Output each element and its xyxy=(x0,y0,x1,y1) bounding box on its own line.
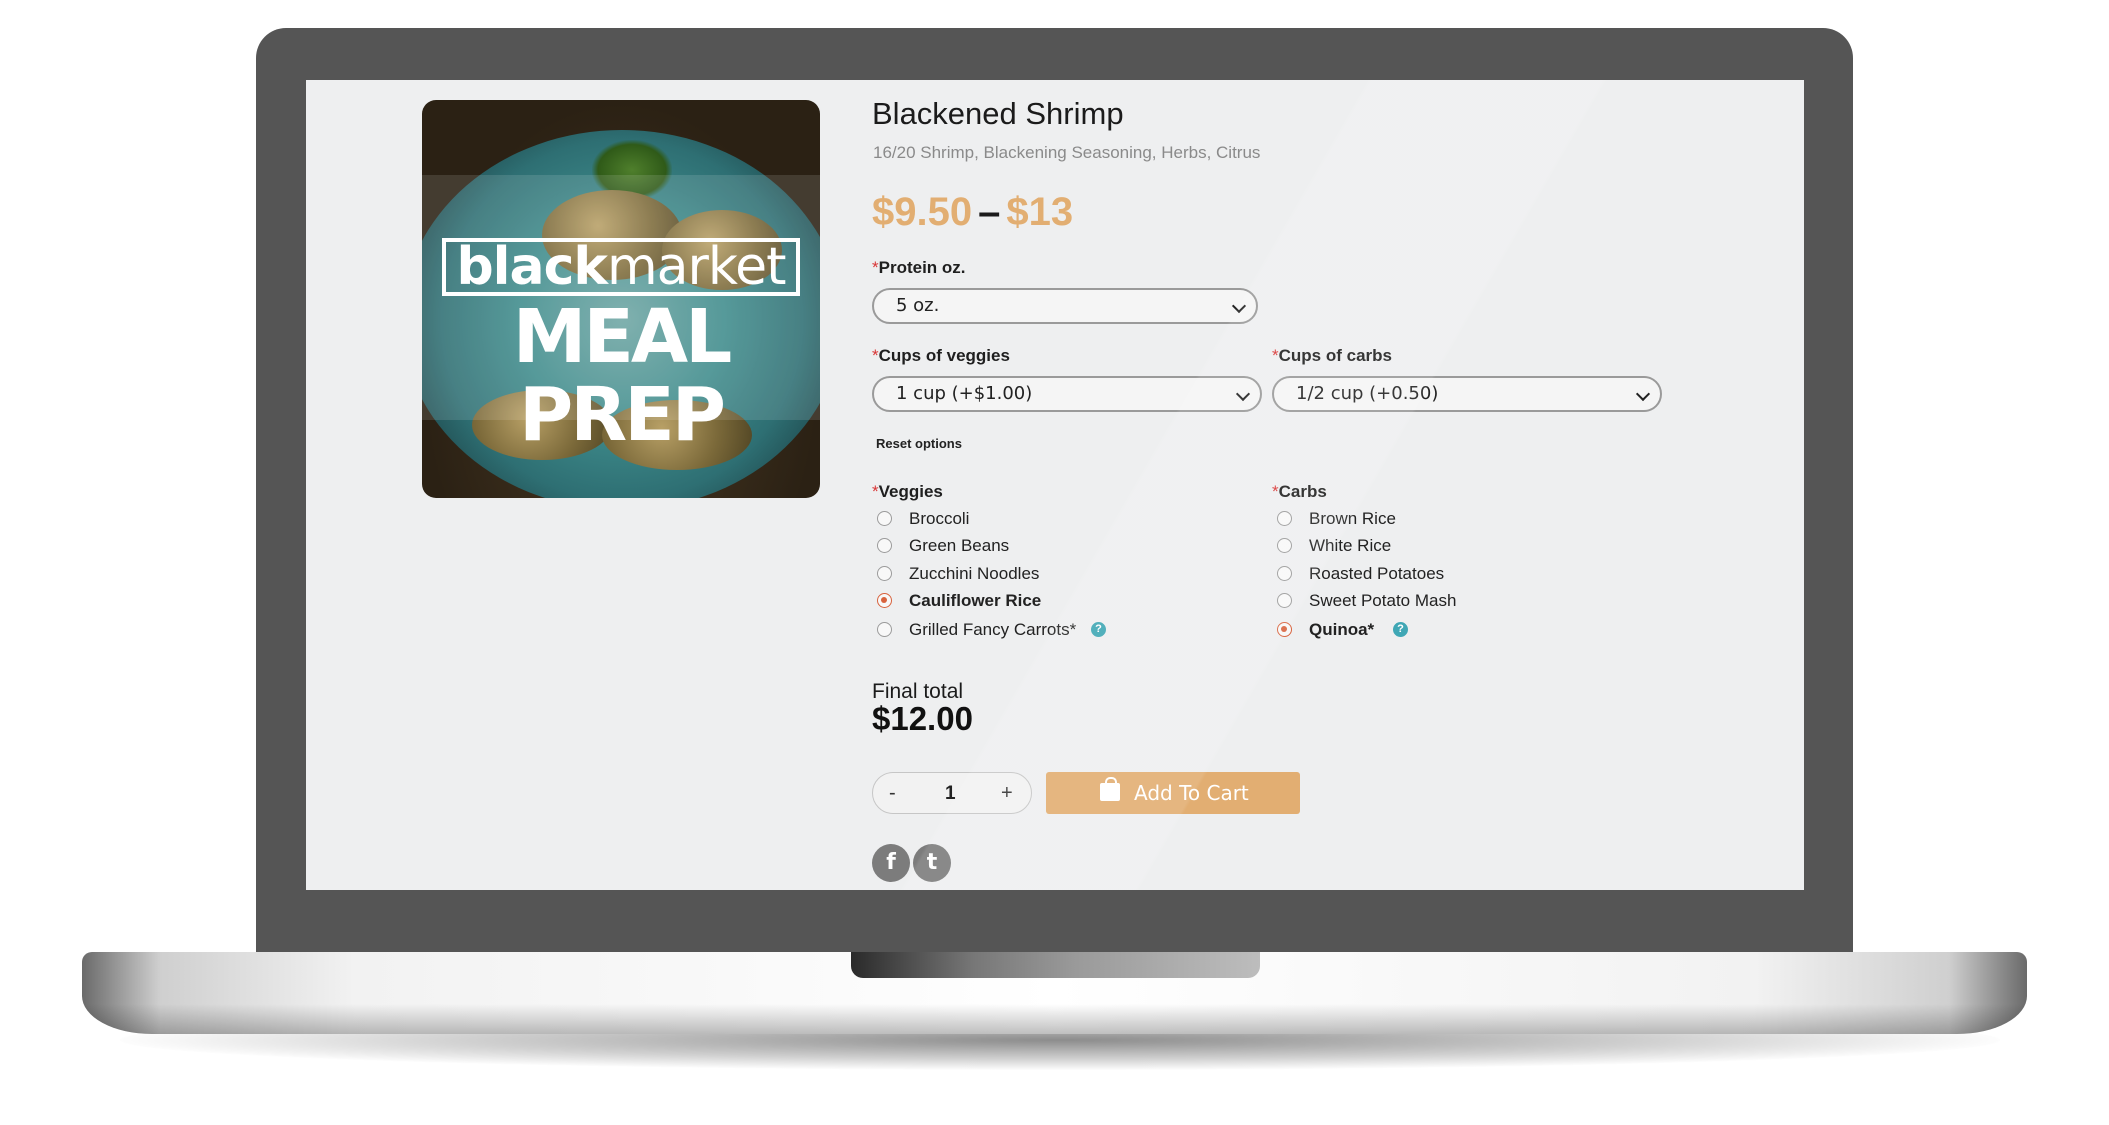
required-mark: * xyxy=(1272,482,1279,501)
radio-button[interactable] xyxy=(877,566,892,581)
radio-button-selected[interactable] xyxy=(1277,622,1292,637)
radio-label: Grilled Fancy Carrots* xyxy=(909,620,1077,639)
veggie-cups-select[interactable]: 1 cup (+$1.00) xyxy=(872,376,1262,412)
price-range: $9.50– $13 xyxy=(872,190,1073,235)
radio-label: Cauliflower Rice xyxy=(909,591,1042,610)
quantity-increment-button[interactable]: + xyxy=(1001,782,1013,805)
carb-cups-select-value: 1/2 cup (+0.50) xyxy=(1296,383,1439,404)
protein-label: *Protein oz. xyxy=(872,258,966,277)
chevron-down-icon xyxy=(1635,386,1651,402)
quantity-stepper[interactable]: - 1 + xyxy=(872,772,1032,814)
protein-select[interactable]: 5 oz. xyxy=(872,288,1258,324)
radio-label: Green Beans xyxy=(909,536,1010,555)
reset-options-link[interactable]: Reset options xyxy=(876,436,962,451)
radio-button[interactable] xyxy=(1277,538,1292,553)
radio-label: Sweet Potato Mash xyxy=(1309,591,1457,610)
facebook-icon[interactable]: f xyxy=(872,844,910,882)
price-min: $9.50 xyxy=(872,190,973,234)
carb-cups-select[interactable]: 1/2 cup (+0.50) xyxy=(1272,376,1662,412)
chevron-down-icon xyxy=(1235,386,1251,402)
radio-button[interactable] xyxy=(1277,511,1292,526)
product-title: Blackened Shrimp xyxy=(872,96,1124,131)
radio-label: Broccoli xyxy=(909,509,970,528)
required-mark: * xyxy=(872,258,879,277)
laptop-hinge-notch xyxy=(851,952,1260,978)
veggie-cups-select-value: 1 cup (+$1.00) xyxy=(896,383,1033,404)
veggies-label: *Veggies xyxy=(872,482,943,501)
radio-label: Quinoa* xyxy=(1309,620,1375,639)
quantity-decrement-button[interactable]: - xyxy=(889,782,896,805)
radio-button[interactable] xyxy=(877,511,892,526)
veggie-cups-label: *Cups of veggies xyxy=(872,346,1010,365)
add-to-cart-label: Add To Cart xyxy=(1134,781,1249,805)
protein-select-value: 5 oz. xyxy=(896,295,940,316)
shopping-bag-icon xyxy=(1100,777,1120,801)
carb-cups-label: *Cups of carbs xyxy=(1272,346,1392,365)
brand-logo-subtitle: MEAL PREP xyxy=(512,294,733,458)
quantity-input[interactable]: 1 xyxy=(945,783,956,805)
help-icon[interactable]: ? xyxy=(1393,622,1408,637)
required-mark: * xyxy=(872,346,879,365)
brand-logo-wordmark: blackmarket xyxy=(442,238,800,296)
radio-label: Roasted Potatoes xyxy=(1309,564,1445,583)
carbs-label: *Carbs xyxy=(1272,482,1327,501)
radio-label: Zucchini Noodles xyxy=(909,564,1040,583)
radio-button[interactable] xyxy=(1277,566,1292,581)
required-mark: * xyxy=(872,482,879,501)
product-image[interactable]: blackmarket MEAL PREP xyxy=(422,100,820,498)
required-mark: * xyxy=(1272,346,1279,365)
laptop-screen: blackmarket MEAL PREP Blackened Shrimp 1… xyxy=(306,80,1804,890)
add-to-cart-button[interactable]: Add To Cart xyxy=(1046,772,1300,814)
radio-label: White Rice xyxy=(1309,536,1392,555)
help-icon[interactable]: ? xyxy=(1091,622,1106,637)
radio-button[interactable] xyxy=(1277,593,1292,608)
radio-button[interactable] xyxy=(877,538,892,553)
price-separator: – xyxy=(978,190,1001,234)
price-max: $13 xyxy=(1006,190,1074,234)
radio-button[interactable] xyxy=(877,622,892,637)
final-total-value: $12.00 xyxy=(872,700,973,737)
chevron-down-icon xyxy=(1231,298,1247,314)
radio-button-selected[interactable] xyxy=(877,593,892,608)
twitter-icon[interactable]: t xyxy=(913,844,951,882)
product-description: 16/20 Shrimp, Blackening Seasoning, Herb… xyxy=(873,143,1261,162)
radio-label: Brown Rice xyxy=(1309,509,1396,528)
